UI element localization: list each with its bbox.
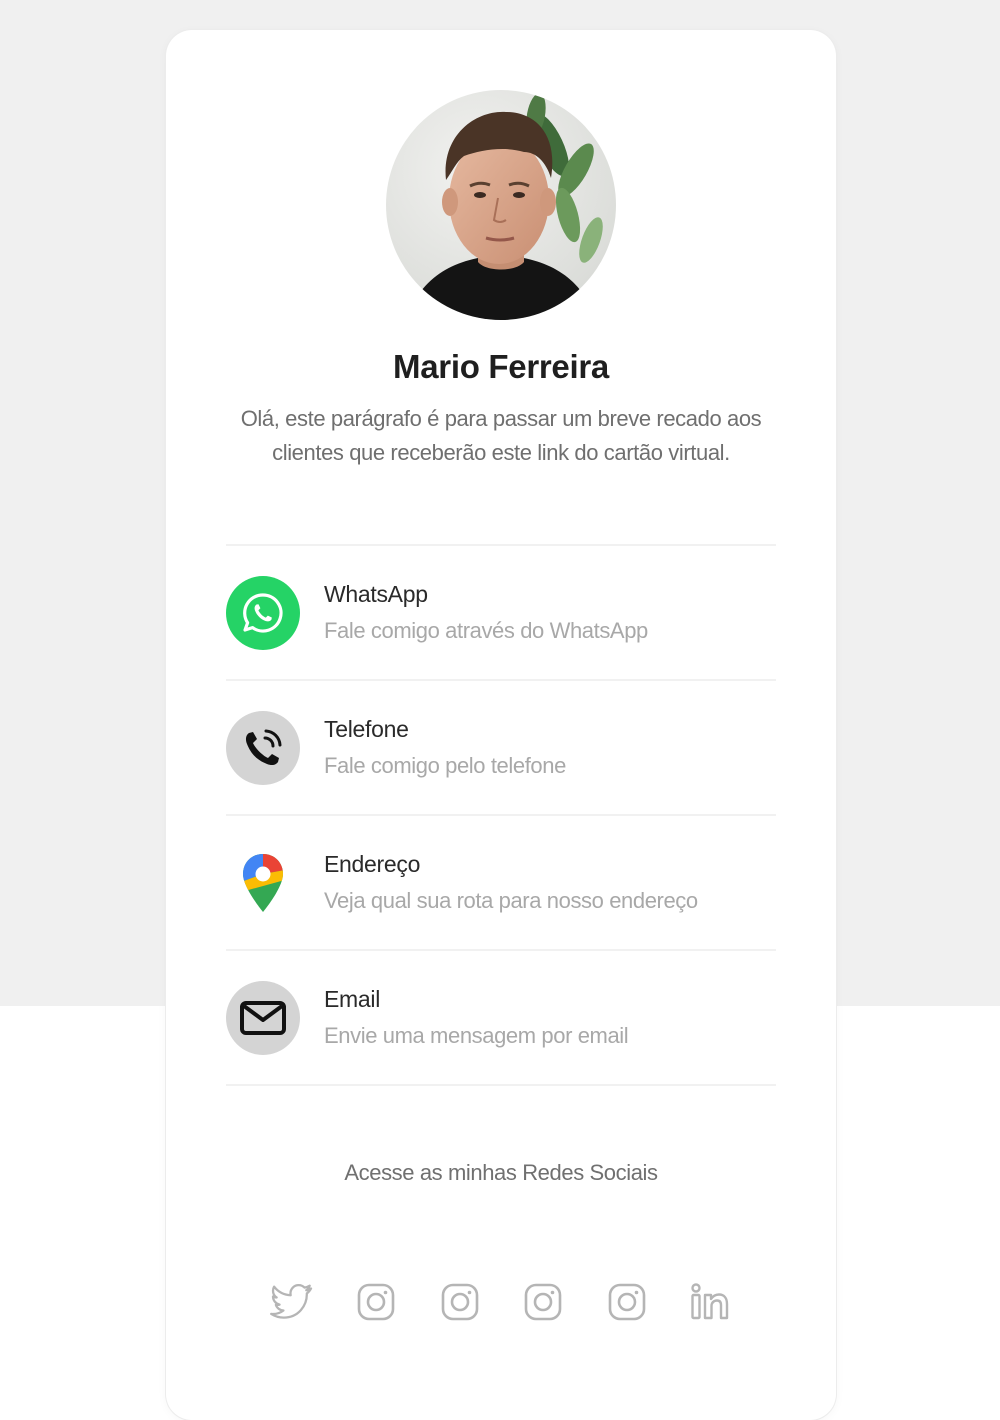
contact-title: WhatsApp <box>324 581 428 607</box>
divider <box>226 1084 776 1086</box>
twitter-icon[interactable] <box>270 1280 314 1324</box>
linkedin-icon[interactable] <box>688 1280 732 1324</box>
contact-list: WhatsApp Fale comigo através do WhatsApp… <box>226 544 776 1086</box>
contact-title: Endereço <box>324 851 421 877</box>
contact-subtitle: Fale comigo através do WhatsApp <box>324 618 648 643</box>
instagram-icon[interactable] <box>354 1280 398 1324</box>
contact-address[interactable]: Endereço Veja qual sua rota para nosso e… <box>226 816 776 949</box>
instagram-icon[interactable] <box>605 1280 649 1324</box>
mail-icon <box>226 981 300 1055</box>
profile-card: Mario Ferreira Olá, este parágrafo é par… <box>166 30 836 1420</box>
contact-title: Telefone <box>324 716 409 742</box>
contact-whatsapp[interactable]: WhatsApp Fale comigo através do WhatsApp <box>226 546 776 679</box>
contact-subtitle: Fale comigo pelo telefone <box>324 753 566 778</box>
contact-subtitle: Envie uma mensagem por email <box>324 1023 629 1048</box>
contact-subtitle: Veja qual sua rota para nosso endereço <box>324 888 698 913</box>
social-links <box>166 1280 836 1326</box>
profile-bio: Olá, este parágrafo é para passar um bre… <box>240 406 762 465</box>
avatar <box>386 90 616 320</box>
phone-icon <box>226 711 300 785</box>
contact-email[interactable]: Email Envie uma mensagem por email <box>226 951 776 1084</box>
contact-phone[interactable]: Telefone Fale comigo pelo telefone <box>226 681 776 814</box>
social-heading: Acesse as minhas Redes Sociais <box>344 1160 658 1185</box>
instagram-icon[interactable] <box>521 1280 565 1324</box>
contact-title: Email <box>324 986 381 1012</box>
map-pin-icon <box>226 846 300 920</box>
instagram-icon[interactable] <box>438 1280 482 1324</box>
whatsapp-icon <box>226 576 300 650</box>
profile-name: Mario Ferreira <box>393 348 609 385</box>
